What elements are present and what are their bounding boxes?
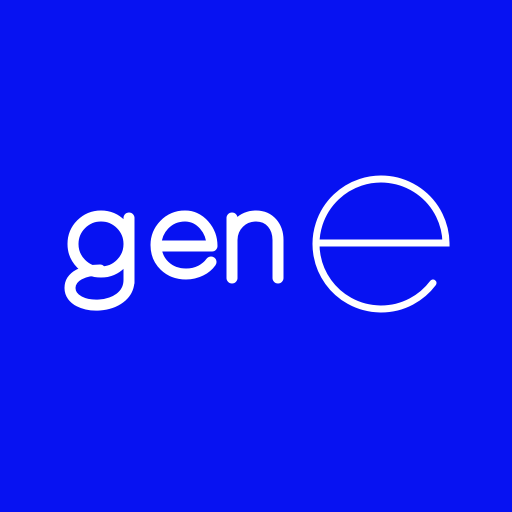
gen-e-logo: gen e bbox=[0, 0, 512, 512]
